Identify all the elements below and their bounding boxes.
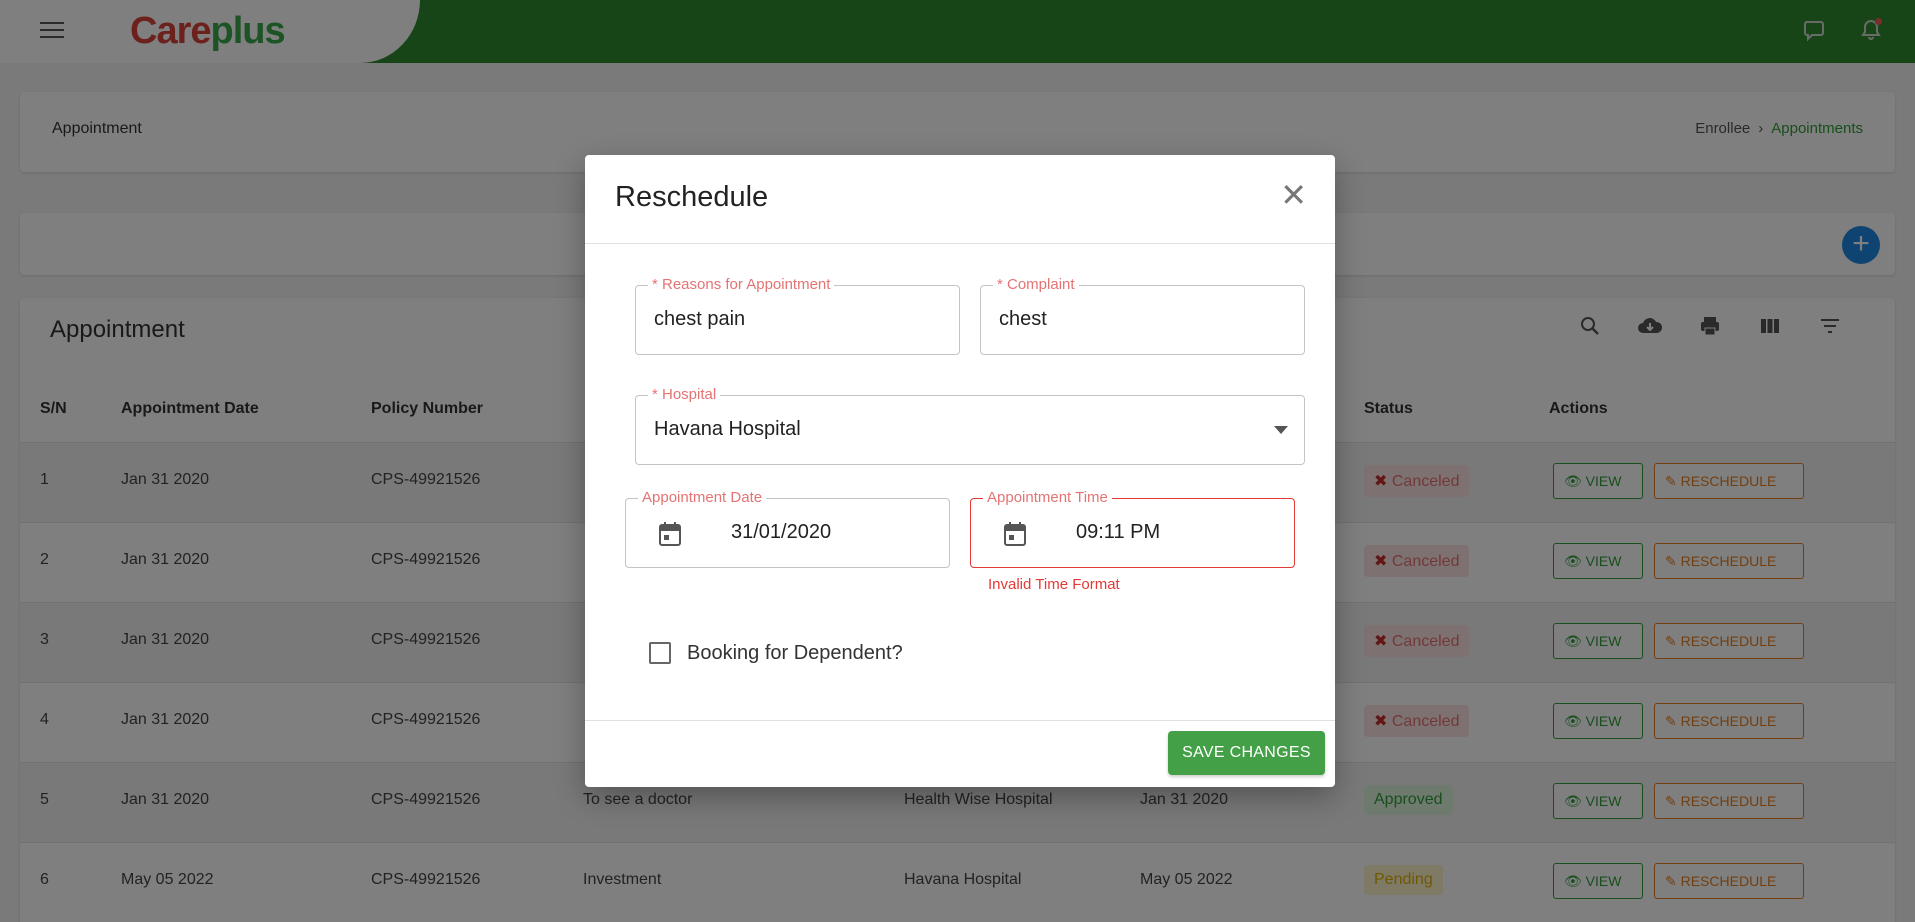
hospital-select[interactable]: * Hospital Havana Hospital xyxy=(635,386,1305,465)
dropdown-arrow-icon[interactable] xyxy=(1274,426,1288,434)
complaint-label: * Complaint xyxy=(993,276,1079,293)
close-icon[interactable]: ✕ xyxy=(1280,179,1307,211)
calendar-icon[interactable] xyxy=(1003,521,1027,547)
time-label: Appointment Time xyxy=(983,489,1112,506)
divider xyxy=(585,243,1335,244)
appointment-date-field[interactable]: Appointment Date 31/01/2020 xyxy=(625,489,950,568)
reasons-field[interactable]: * Reasons for Appointment chest pain xyxy=(635,276,960,355)
complaint-field[interactable]: * Complaint chest xyxy=(980,276,1305,355)
reasons-input[interactable]: chest pain xyxy=(654,308,912,331)
hospital-label: * Hospital xyxy=(648,386,721,403)
dialog-title: Reschedule xyxy=(615,181,769,213)
time-input[interactable]: 09:11 PM xyxy=(1076,521,1160,544)
hospital-value[interactable]: Havana Hospital xyxy=(654,418,1188,441)
divider xyxy=(585,720,1335,721)
date-label: Appointment Date xyxy=(638,489,767,506)
reschedule-dialog: Reschedule ✕ * Reasons for Appointment c… xyxy=(585,155,1335,787)
dependent-checkbox[interactable] xyxy=(649,642,671,664)
date-input[interactable]: 31/01/2020 xyxy=(731,521,831,544)
reasons-label: * Reasons for Appointment xyxy=(648,276,835,293)
complaint-input[interactable]: chest xyxy=(999,308,1257,331)
dependent-label[interactable]: Booking for Dependent? xyxy=(687,642,903,665)
calendar-icon[interactable] xyxy=(658,521,682,547)
appointment-time-field[interactable]: Appointment Time 09:11 PM xyxy=(970,489,1295,568)
time-error-message: Invalid Time Format xyxy=(988,576,1120,593)
save-changes-button[interactable]: SAVE CHANGES xyxy=(1168,731,1325,775)
